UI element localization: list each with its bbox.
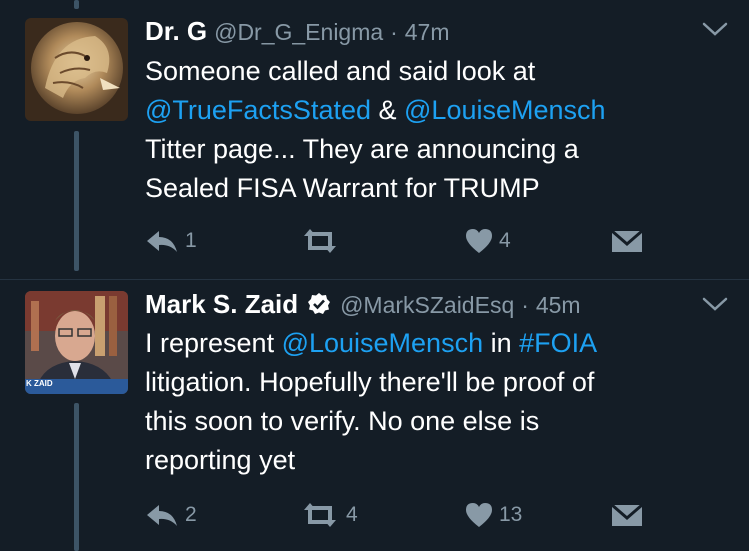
chevron-down-icon[interactable] [701, 295, 729, 313]
user-handle[interactable]: @MarkSZaidEsq [340, 292, 514, 318]
reply-icon [145, 228, 179, 254]
like-count: 13 [499, 503, 523, 526]
timestamp[interactable]: 47m [405, 19, 450, 45]
tweet-text-line: reporting yet [145, 445, 296, 475]
reply-button[interactable]: 1 [145, 228, 197, 254]
tweet-text-line: @TrueFactsStated & @LouiseMensch [145, 91, 730, 130]
tweet-dr-g[interactable]: Dr. G @Dr_G_Enigma · 47m Someone called … [0, 0, 749, 280]
heart-icon [465, 228, 493, 254]
avatar[interactable] [25, 18, 128, 121]
tweet-text-line: Titter page... They are announcing a [145, 134, 579, 164]
mention-link[interactable]: @LouiseMensch [404, 95, 606, 125]
separator: · [521, 292, 529, 318]
mention-link[interactable]: @LouiseMensch [282, 328, 484, 358]
tweet-text: Someone called and said look at @TrueFac… [145, 52, 730, 208]
retweet-icon [300, 502, 340, 528]
tweet-actions: 1 4 [145, 228, 645, 260]
avatar-caption: K ZAID [26, 379, 53, 388]
tweet-actions: 2 4 13 [145, 502, 645, 534]
reply-count: 2 [185, 503, 197, 526]
thread-line [74, 403, 79, 551]
direct-message-button[interactable] [611, 228, 643, 254]
tweet-text-line: Sealed FISA Warrant for TRUMP [145, 173, 540, 203]
like-button[interactable]: 4 [465, 228, 511, 254]
tweet-text-line: litigation. Hopefully there'll be proof … [145, 367, 595, 397]
chevron-down-icon[interactable] [701, 20, 729, 38]
separator: · [390, 19, 398, 45]
avatar[interactable]: K ZAID [25, 291, 128, 394]
timestamp[interactable]: 45m [536, 292, 581, 318]
display-name[interactable]: Dr. G [145, 16, 207, 46]
envelope-icon [611, 228, 643, 254]
tweet-text: I represent @LouiseMensch in #FOIA litig… [145, 324, 730, 480]
ampersand-text: & [371, 95, 405, 125]
retweet-count: 4 [346, 503, 358, 526]
like-count: 4 [499, 229, 511, 252]
heart-icon [465, 502, 493, 528]
tweet-header: Mark S. Zaid @MarkSZaidEsq · 45m [145, 287, 581, 322]
mention-link[interactable]: @TrueFactsStated [145, 95, 371, 125]
verified-badge-icon [307, 292, 331, 316]
hashtag-link[interactable]: #FOIA [519, 328, 597, 358]
text-segment: I represent [145, 328, 282, 358]
direct-message-button[interactable] [611, 502, 643, 528]
tweet-text-line: I represent @LouiseMensch in #FOIA [145, 324, 730, 363]
retweet-button[interactable] [300, 228, 346, 254]
reply-icon [145, 502, 179, 528]
tweet-mark-zaid[interactable]: K ZAID Mark S. Zaid @MarkSZaidEsq · 45m … [0, 280, 749, 551]
retweet-button[interactable]: 4 [300, 502, 358, 528]
reply-count: 1 [185, 229, 197, 252]
tweet-text-line: this soon to verify. No one else is [145, 406, 540, 436]
user-handle[interactable]: @Dr_G_Enigma [214, 19, 383, 45]
like-button[interactable]: 13 [465, 502, 522, 528]
text-segment: in [483, 328, 520, 358]
tweet-text-line: Someone called and said look at [145, 56, 536, 86]
thread-line [74, 131, 79, 271]
retweet-icon [300, 228, 340, 254]
reply-button[interactable]: 2 [145, 502, 197, 528]
tweet-header: Dr. G @Dr_G_Enigma · 47m [145, 14, 450, 49]
display-name[interactable]: Mark S. Zaid [145, 289, 298, 319]
envelope-icon [611, 502, 643, 528]
